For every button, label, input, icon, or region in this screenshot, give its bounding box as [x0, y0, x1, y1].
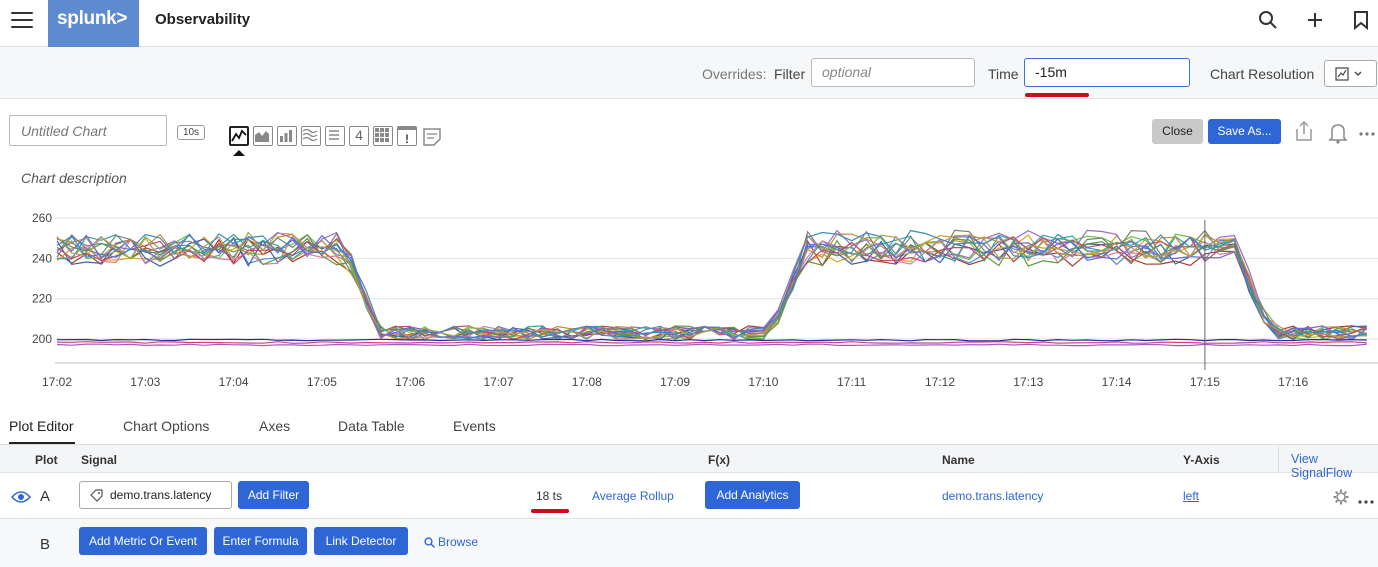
plot-column-header: Plot — [35, 453, 58, 467]
average-rollup-link[interactable]: Average Rollup — [592, 489, 674, 503]
single-value-icon[interactable]: 4 — [349, 126, 369, 146]
list-icon[interactable] — [325, 126, 345, 146]
chart-series — [56, 229, 1368, 347]
time-input[interactable]: -15m — [1024, 58, 1190, 87]
row-more-options-icon[interactable] — [1358, 493, 1374, 508]
signal-input[interactable]: demo.trans.latency — [79, 481, 232, 509]
metric-tag-icon — [90, 489, 103, 505]
x-axis-ticks: 17:02 17:03 17:04 17:05 17:06 17:07 17:08 17:09… — [42, 375, 1309, 389]
plot-row-a: A demo.trans.latency Add Filter 18 ts Av… — [0, 473, 1378, 519]
time-label: Time — [988, 66, 1019, 82]
filter-input[interactable]: optional — [811, 58, 975, 87]
browse-link[interactable]: Browse — [438, 535, 478, 549]
column-chart-icon[interactable] — [277, 126, 297, 146]
y-tick-label: 260 — [32, 211, 52, 225]
share-icon[interactable] — [1294, 120, 1314, 145]
search-icon[interactable] — [1257, 10, 1279, 32]
x-tick-label: 17:16 — [1278, 375, 1308, 389]
fx-column-header: F(x) — [708, 453, 730, 467]
y-tick-label: 200 — [32, 332, 52, 346]
x-tick-label: 17:14 — [1102, 375, 1132, 389]
add-filter-button[interactable]: Add Filter — [238, 481, 309, 509]
ts-count: 18 ts — [536, 489, 563, 503]
chart-resolution-dropdown[interactable] — [1324, 60, 1377, 87]
active-tab-underline — [9, 442, 75, 444]
close-button[interactable]: Close — [1152, 119, 1203, 144]
selected-viz-caret-icon — [233, 150, 245, 156]
y-tick-label: 240 — [32, 251, 52, 265]
histogram-icon[interactable] — [301, 126, 321, 146]
series-line — [56, 341, 1367, 344]
tab-data-table[interactable]: Data Table — [338, 418, 405, 434]
browse-search-icon[interactable] — [424, 536, 435, 551]
top-navigation-bar: splunk> Observability — [0, 0, 1378, 47]
signal-name: demo.trans.latency — [110, 488, 212, 502]
filter-label: Filter — [774, 66, 806, 82]
x-tick-label: 17:13 — [1013, 375, 1043, 389]
tab-plot-editor[interactable]: Plot Editor — [9, 418, 74, 434]
plot-name-link[interactable]: demo.trans.latency — [942, 489, 1043, 503]
splunk-logo[interactable]: splunk> — [48, 0, 139, 47]
series-line — [56, 338, 1367, 342]
bell-icon[interactable] — [1328, 122, 1348, 147]
overrides-label: Overrides: — [702, 66, 767, 82]
annotation-underline — [1025, 93, 1089, 97]
tab-events[interactable]: Events — [453, 418, 496, 434]
chart-resolution-label: Chart Resolution — [1210, 66, 1315, 82]
plot-letter: B — [40, 536, 51, 553]
gear-icon[interactable] — [1333, 489, 1349, 508]
x-tick-label: 17:02 — [42, 375, 72, 389]
link-detector-button[interactable]: Link Detector — [314, 527, 408, 555]
x-tick-label: 17:04 — [219, 375, 249, 389]
x-tick-label: 17:03 — [130, 375, 160, 389]
annotation-underline — [531, 509, 569, 513]
resolution-badge: 10s — [177, 125, 205, 140]
editor-tabs: Plot Editor Chart Options Axes Data Tabl… — [0, 408, 1378, 445]
add-metric-or-event-button[interactable]: Add Metric Or Event — [79, 527, 207, 555]
x-tick-label: 17:08 — [572, 375, 602, 389]
add-analytics-button[interactable]: Add Analytics — [705, 481, 800, 509]
line-chart[interactable]: 200220240260 17:02 17:03 17:04 17:05 17:06 17… — [0, 210, 1378, 395]
chevron-down-icon — [1354, 71, 1362, 76]
y-axis-column-header: Y-Axis — [1183, 453, 1220, 467]
save-as-button[interactable]: Save As... — [1208, 119, 1281, 144]
resolution-chart-icon — [1335, 67, 1362, 81]
y-tick-label: 220 — [32, 292, 52, 306]
tab-chart-options[interactable]: Chart Options — [123, 418, 209, 434]
heatmap-icon[interactable] — [373, 126, 393, 146]
x-tick-label: 17:05 — [307, 375, 337, 389]
enter-formula-button[interactable]: Enter Formula — [214, 527, 307, 555]
series-line — [56, 343, 1367, 347]
more-options-icon[interactable] — [1359, 128, 1375, 137]
name-column-header: Name — [942, 453, 975, 467]
signal-column-header: Signal — [81, 453, 118, 467]
x-tick-label: 17:10 — [748, 375, 778, 389]
x-tick-label: 17:09 — [660, 375, 690, 389]
plot-row-b: B Add Metric Or Event Enter Formula Link… — [0, 519, 1378, 567]
y-axis-ticks: 200 220 240 260 — [32, 211, 52, 346]
chart-name-input[interactable]: Untitled Chart — [9, 115, 167, 146]
header-divider — [1278, 445, 1279, 473]
app-title: Observability — [155, 11, 251, 28]
hamburger-menu-icon[interactable] — [11, 12, 33, 28]
event-feed-icon[interactable]: ! — [397, 126, 417, 146]
x-tick-label: 17:11 — [837, 375, 866, 389]
x-tick-label: 17:12 — [925, 375, 955, 389]
plot-letter: A — [40, 488, 51, 505]
plot-table-header: Plot Signal F(x) Name Y-Axis View Signal… — [0, 445, 1378, 480]
x-tick-label: 17:06 — [395, 375, 425, 389]
text-note-icon[interactable] — [421, 126, 441, 146]
chart-description[interactable]: Chart description — [21, 170, 127, 186]
bookmark-icon[interactable] — [1350, 10, 1372, 32]
x-tick-label: 17:15 — [1190, 375, 1220, 389]
eye-visibility-icon[interactable] — [10, 490, 32, 507]
x-tick-label: 17:07 — [483, 375, 513, 389]
line-chart-icon[interactable] — [229, 126, 249, 146]
plus-icon[interactable] — [1304, 10, 1326, 32]
tab-axes[interactable]: Axes — [259, 418, 290, 434]
area-chart-icon[interactable] — [253, 126, 273, 146]
y-axis-left-link[interactable]: left — [1183, 489, 1199, 503]
